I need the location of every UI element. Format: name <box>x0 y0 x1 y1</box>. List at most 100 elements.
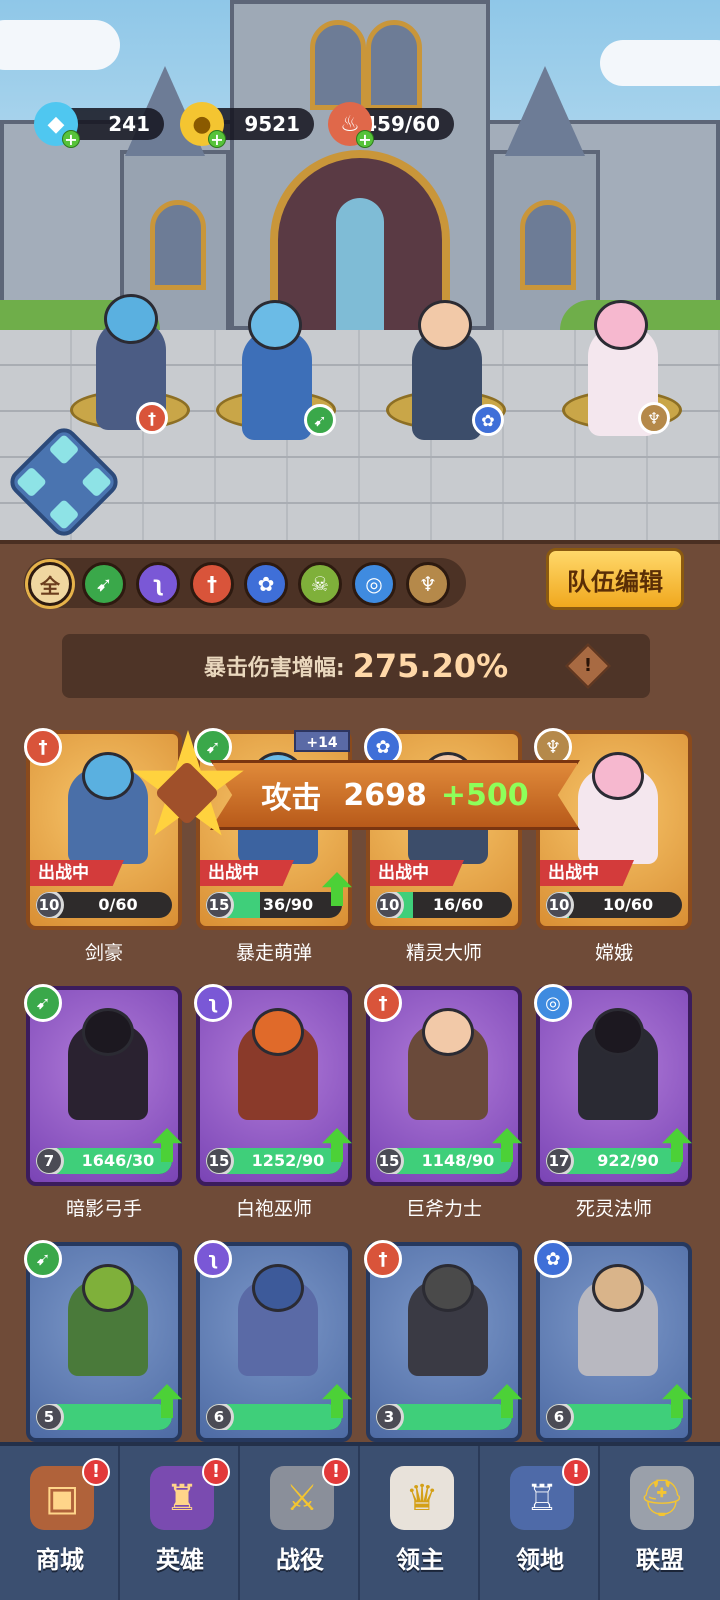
wings-icon[interactable]: ♆ <box>406 562 450 606</box>
hero-portrait-head <box>592 1008 644 1056</box>
paw-icon[interactable]: ✿ <box>244 562 288 606</box>
hero-card[interactable]: ʅ 15 1252/90 <box>194 984 352 1186</box>
sword-icon: † <box>364 1240 402 1278</box>
hero-card[interactable]: ʅ6 <box>194 1240 352 1442</box>
shard-progress-bar: 10 10/60 <box>546 892 682 918</box>
class-filter-bar: 全 ➹ ʅ † ✿ ☠ ◎ ♆ <box>24 558 466 608</box>
nav-label: 领地 <box>516 1546 564 1574</box>
add-gold-icon[interactable]: + <box>208 130 226 149</box>
deployed-tag: 出战中 <box>30 860 124 886</box>
hero-head <box>418 300 472 350</box>
stamina-counter[interactable]: ♨ + 459/60 <box>328 102 454 149</box>
hero-level: 10 <box>546 892 574 918</box>
shard-progress-bar: 7 1646/30 <box>36 1148 172 1174</box>
shard-count: 36/90 <box>262 895 314 914</box>
shard-progress-bar: 10 0/60 <box>36 892 172 918</box>
skull-icon[interactable]: ☠ <box>298 562 342 606</box>
hero-portrait <box>408 1008 488 1120</box>
hero-card[interactable]: ◎ 17 922/90 <box>534 984 692 1186</box>
hero-card[interactable]: ✿ 6 <box>534 1240 692 1442</box>
hero-level: 3 <box>376 1404 404 1430</box>
hero-level: 15 <box>206 892 234 918</box>
nav-lord[interactable]: ♛ 领主 <box>360 1446 480 1600</box>
hero-portrait-head <box>82 1008 134 1056</box>
hero-portrait <box>578 1008 658 1120</box>
paw-icon: ✿ <box>534 1240 572 1278</box>
edit-team-button[interactable]: 队伍编辑 <box>546 548 684 610</box>
shard-count <box>66 1404 170 1430</box>
attack-label: 攻击 <box>261 781 322 816</box>
tower-roof <box>505 66 585 156</box>
nav-label: 战役 <box>276 1546 324 1574</box>
nav-campaign[interactable]: ⚔ ! 战役 <box>240 1446 360 1600</box>
shard-count: 1252/90 <box>251 1151 325 1170</box>
shard-progress-bar: 5 <box>36 1404 172 1430</box>
hero-level: 15 <box>376 1148 404 1174</box>
add-gems-icon[interactable]: + <box>62 130 80 149</box>
wings-icon: ♆ <box>638 402 670 434</box>
gems-counter[interactable]: ◆ + 241 <box>34 102 164 149</box>
hero-portrait-head <box>82 752 134 800</box>
stamina-value: 459/60 <box>363 112 440 136</box>
hero-name: 暴走萌弹 <box>235 942 312 964</box>
shard-progress-bar: 3 <box>376 1404 512 1430</box>
nav-heroes[interactable]: ♜ ! 英雄 <box>120 1446 240 1600</box>
attack-value: 2698 <box>343 777 427 813</box>
hero-portrait-head <box>252 1264 304 1312</box>
swirl-icon[interactable]: ◎ <box>352 562 396 606</box>
castle-window <box>520 200 576 290</box>
hero-card[interactable]: † 15 1148/90 <box>364 984 522 1186</box>
gold-value: 9521 <box>244 112 300 136</box>
nav-label: 联盟 <box>636 1546 684 1574</box>
castle-scene: † ➹ ✿ ♆ ◆ + 241 ● + 9521 ♨ + 459/60 <box>0 0 720 548</box>
attack-bonus: +500 <box>440 777 529 813</box>
bow-icon: ➹ <box>24 984 62 1022</box>
swirl-icon: ◎ <box>534 984 572 1022</box>
hero-head <box>104 294 158 344</box>
crown-icon: ♛ <box>390 1466 454 1530</box>
hero-card[interactable]: † 3 <box>364 1240 522 1442</box>
sword-icon: † <box>24 728 62 766</box>
crit-damage-banner: 暴击伤害增幅: 275.20% ! <box>62 634 650 698</box>
hero-portrait <box>578 1264 658 1376</box>
sword-icon: † <box>364 984 402 1022</box>
hero-level: 5 <box>36 1404 64 1430</box>
bow-icon: ➹ <box>24 1240 62 1278</box>
shard-count: 16/60 <box>432 895 484 914</box>
hero-name: 白袍巫师 <box>235 1198 312 1220</box>
hero-portrait <box>408 1264 488 1376</box>
staff-icon[interactable]: ʅ <box>136 562 180 606</box>
staff-icon: ʅ <box>194 1240 232 1278</box>
hero-level: 10 <box>376 892 404 918</box>
bow-icon[interactable]: ➹ <box>82 562 126 606</box>
hero-portrait <box>68 1264 148 1376</box>
nav-shop[interactable]: ▣ ! 商城 <box>0 1446 120 1600</box>
deployed-tag: 出战中 <box>370 860 464 886</box>
paw-icon: ✿ <box>472 404 504 436</box>
nav-alliance[interactable]: ⛑ 联盟 <box>600 1446 720 1600</box>
shard-count <box>236 1404 340 1430</box>
hero-portrait <box>68 752 148 864</box>
alert-icon: ! <box>562 1458 590 1486</box>
weapon-bonus-badge: +14 <box>294 730 350 752</box>
info-icon[interactable]: ! <box>565 643 611 689</box>
shard-count: 1148/90 <box>421 1151 495 1170</box>
gems-value: 241 <box>108 112 150 136</box>
filter-all[interactable]: 全 <box>28 562 72 606</box>
hero-card[interactable]: ➹ 5 <box>24 1240 182 1442</box>
shard-progress-bar: 15 1252/90 <box>206 1148 342 1174</box>
alert-icon: ! <box>322 1458 350 1486</box>
gold-counter[interactable]: ● + 9521 <box>180 102 314 149</box>
hero-level: 15 <box>206 1148 234 1174</box>
hero-card[interactable]: ➹ 7 1646/30 <box>24 984 182 1186</box>
nav-label: 商城 <box>36 1546 84 1574</box>
sword-icon[interactable]: † <box>190 562 234 606</box>
shard-progress-bar: 15 36/90 <box>206 892 342 918</box>
deployed-tag: 出战中 <box>200 860 294 886</box>
hero-head <box>594 300 648 350</box>
add-stamina-icon[interactable]: + <box>356 130 374 149</box>
hero-head <box>248 300 302 350</box>
shard-progress-bar: 6 <box>546 1404 682 1430</box>
nav-territory[interactable]: ♖ ! 领地 <box>480 1446 600 1600</box>
shard-progress-bar: 6 <box>206 1404 342 1430</box>
